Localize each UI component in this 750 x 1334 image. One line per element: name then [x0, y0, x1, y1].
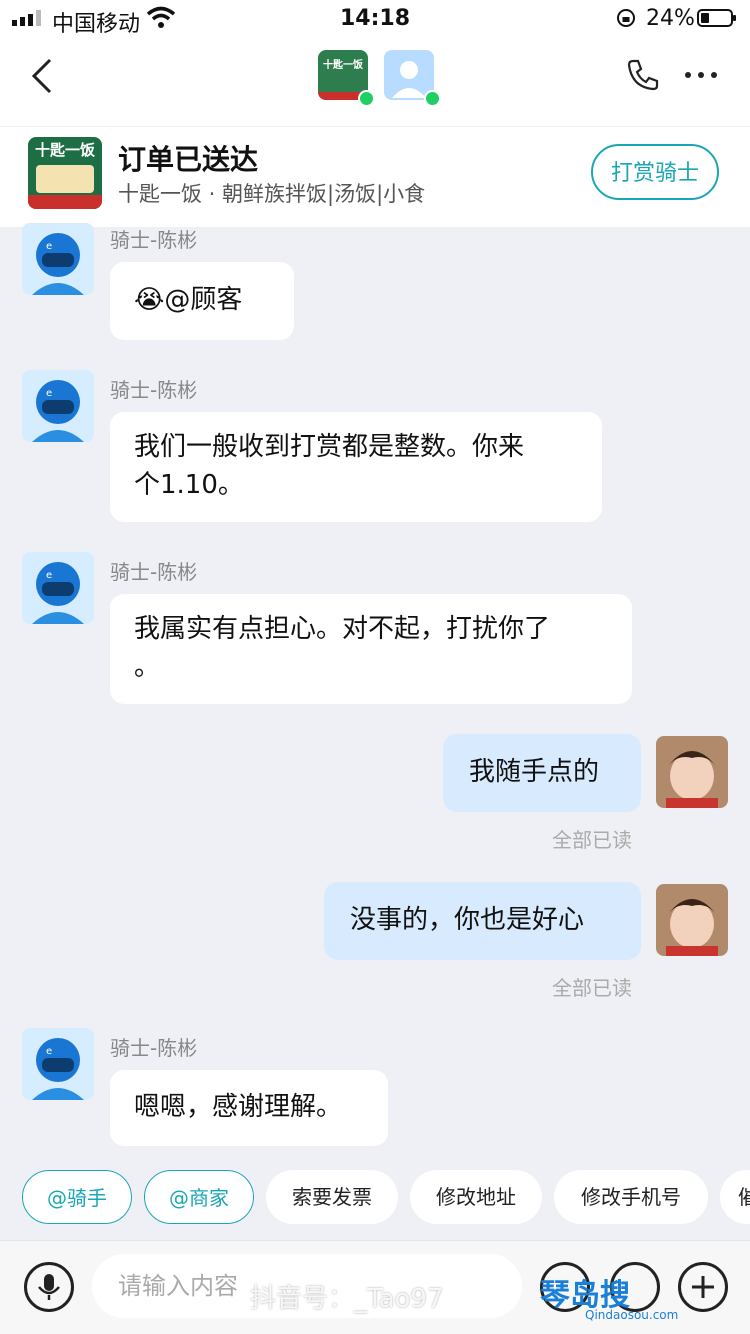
quick-reply-urge[interactable]: 催	[720, 1170, 750, 1224]
message-text: 没事的，你也是好心	[350, 905, 585, 935]
battery-percent: 24%	[646, 6, 695, 31]
svg-text:e: e	[46, 241, 52, 252]
message-bubble[interactable]: 嗯嗯，感谢理解。	[110, 1070, 388, 1146]
online-indicator	[358, 90, 375, 107]
sender-name: 骑士-陈彬	[110, 560, 198, 584]
message-text-line: 我属实有点担心。对不起，打扰你了	[134, 614, 551, 644]
phone-icon[interactable]	[626, 58, 660, 92]
svg-text:e: e	[46, 388, 52, 399]
svg-text:e: e	[46, 1046, 52, 1057]
plus-icon[interactable]	[678, 1262, 728, 1312]
message-text-line: 。	[134, 652, 161, 682]
quick-reply-at-merchant[interactable]: @商家	[144, 1170, 254, 1224]
message-bubble[interactable]: 我属实有点担心。对不起，打扰你了 。	[110, 594, 632, 704]
crying-emoji-icon: 😭	[134, 285, 165, 315]
rider-avatar[interactable]: e	[22, 370, 94, 442]
rider-avatar[interactable]: e	[22, 223, 94, 295]
quick-reply-invoice[interactable]: 索要发票	[266, 1170, 398, 1224]
shop-avatar-logo: 十匙一饭	[323, 60, 363, 71]
more-icon[interactable]	[684, 70, 718, 80]
sender-name: 骑士-陈彬	[110, 228, 198, 252]
rotation-lock-icon	[617, 9, 635, 27]
rider-avatar[interactable]: e	[22, 552, 94, 624]
message-bubble[interactable]: 😭@顾客	[110, 262, 294, 340]
sender-name: 骑士-陈彬	[110, 378, 198, 402]
shop-logo-text: 十匙一饭	[34, 141, 95, 159]
quick-reply-edit-address[interactable]: 修改地址	[410, 1170, 542, 1224]
shop-logo: 十匙一饭	[28, 137, 102, 209]
douyin-watermark: 抖音号：_Tao97	[250, 1284, 444, 1314]
shop-name: 十匙一饭 · 朝鲜族拌饭|汤饭|小食	[118, 182, 426, 206]
tip-rider-button[interactable]: 打赏骑士	[591, 144, 719, 200]
voice-icon[interactable]	[24, 1262, 74, 1312]
online-indicator	[424, 90, 441, 107]
message-text: 嗯嗯，感谢理解。	[134, 1092, 343, 1122]
sender-name: 骑士-陈彬	[110, 1036, 198, 1060]
my-avatar[interactable]	[656, 736, 728, 808]
my-avatar[interactable]	[656, 884, 728, 956]
my-message-bubble[interactable]: 我随手点的	[443, 734, 641, 812]
message-text-line: 个1.10。	[134, 470, 244, 500]
battery-icon	[697, 9, 736, 27]
read-receipt: 全部已读	[552, 976, 632, 1000]
quick-reply-edit-phone[interactable]: 修改手机号	[554, 1170, 708, 1224]
message-bubble[interactable]: 我们一般收到打赏都是整数。你来 个1.10。	[110, 412, 602, 522]
message-text: 我随手点的	[469, 757, 600, 787]
clock: 14:18	[339, 6, 411, 31]
rider-avatar[interactable]: e	[22, 1028, 94, 1100]
message-text-line: 我们一般收到打赏都是整数。你来	[134, 432, 525, 462]
read-receipt: 全部已读	[552, 828, 632, 852]
order-status-title: 订单已送达	[118, 143, 259, 176]
back-icon[interactable]	[28, 56, 58, 96]
site-watermark-url: Qindaosou.com	[585, 1308, 679, 1322]
my-message-bubble[interactable]: 没事的，你也是好心	[324, 882, 641, 960]
quick-reply-at-rider[interactable]: @骑手	[22, 1170, 132, 1224]
message-text: @顾客	[164, 285, 243, 315]
svg-text:e: e	[46, 570, 52, 581]
